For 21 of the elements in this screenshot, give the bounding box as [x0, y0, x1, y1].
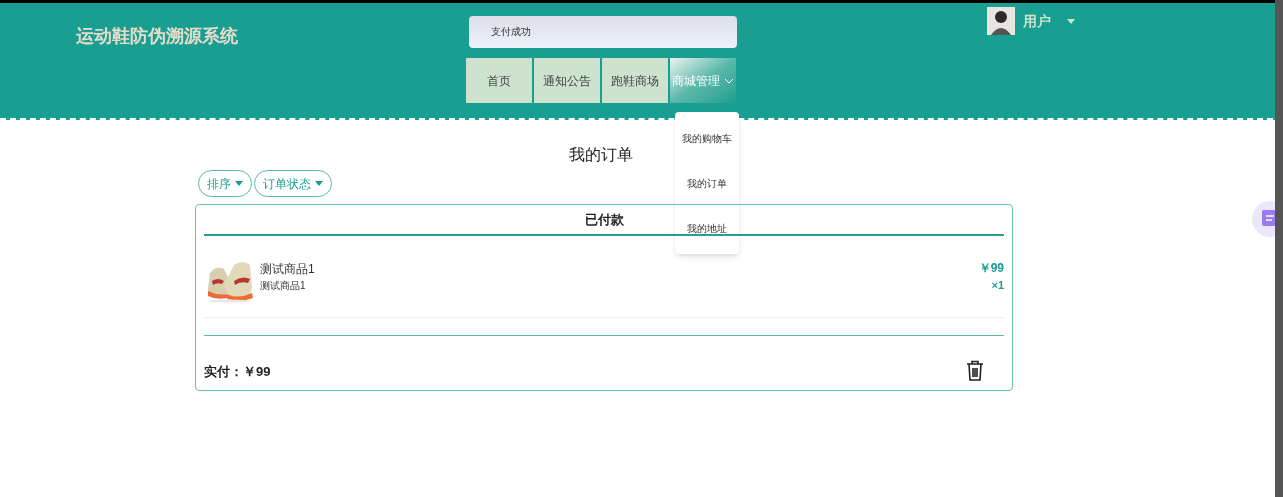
search-field[interactable]: 支付成功	[469, 16, 737, 48]
product-name: 测试商品1	[260, 261, 316, 278]
product-price: ￥99	[978, 260, 1004, 278]
caret-icon	[1067, 18, 1075, 24]
menu-item[interactable]: 我的地址	[687, 221, 727, 236]
scrollbar[interactable]	[1275, 0, 1283, 497]
nav-tab[interactable]: 首页	[466, 58, 532, 103]
nav-tab[interactable]: 通知公告	[534, 58, 600, 103]
trash-icon[interactable]	[966, 360, 984, 381]
caret-icon	[315, 181, 323, 186]
page-title: 我的订单	[569, 145, 633, 165]
total-paid: 实付：￥99	[204, 362, 271, 381]
product-quantity: ×1	[991, 278, 1004, 294]
site-title: 运动鞋防伪溯源系统	[76, 25, 238, 48]
order-status: 已付款	[584, 210, 624, 229]
caret-icon	[235, 181, 243, 186]
menu-item[interactable]: 我的订单	[687, 176, 727, 191]
product-subtitle: 测试商品1	[260, 279, 307, 293]
avatar	[987, 7, 1015, 35]
nav-tab[interactable]: 跑鞋商场	[602, 58, 668, 103]
menu-item[interactable]: 我的购物车	[682, 131, 732, 146]
